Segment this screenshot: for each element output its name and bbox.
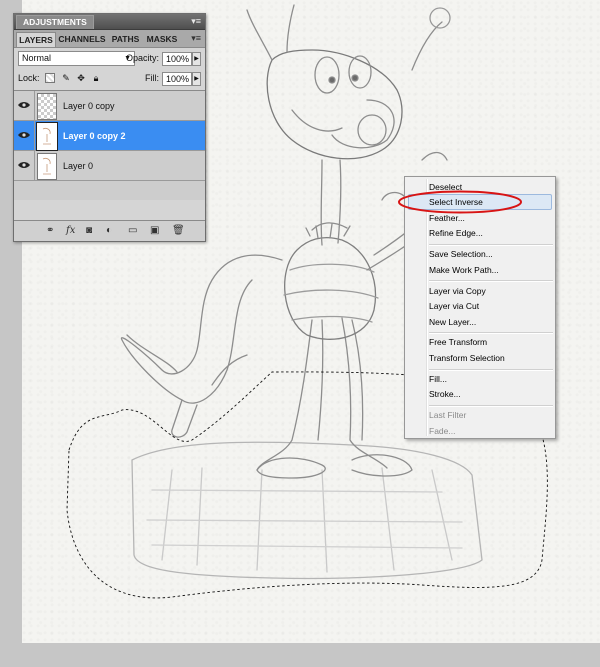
menu-gutter	[426, 179, 428, 436]
fill-input[interactable]: 100%	[162, 72, 192, 86]
opacity-label: Opacity:	[126, 53, 160, 63]
layer-row[interactable]: Layer 0 copy	[14, 91, 205, 121]
menu-item-stroke[interactable]: Stroke...	[429, 387, 461, 401]
context-menu: Deselect Select Inverse Feather... Refin…	[404, 176, 556, 439]
menu-separator	[429, 332, 553, 334]
layer-row[interactable]: Layer 0	[14, 151, 205, 181]
menu-item-make-work-path[interactable]: Make Work Path...	[429, 263, 499, 277]
lock-label: Lock:	[18, 73, 40, 83]
layers-panel-footer: ⚭ fx ◙ ◐ ▭ ▣ 🗑︎	[14, 220, 205, 241]
layers-panel: ADJUSTMENTS ▾≡ LAYERS CHANNELS PATHS MAS…	[13, 13, 206, 242]
blend-mode-select[interactable]: Normal ▼	[18, 51, 135, 66]
menu-item-fill[interactable]: Fill...	[429, 372, 447, 386]
opacity-slider-arrow-icon[interactable]: ▶	[192, 52, 201, 66]
layer-thumbnail	[36, 122, 58, 151]
panel-menu-icon[interactable]: ▾≡	[191, 15, 201, 28]
menu-item-last-filter: Last Filter	[429, 410, 467, 420]
adjustment-layer-icon[interactable]: ◐	[106, 225, 112, 237]
menu-item-layer-via-copy[interactable]: Layer via Copy	[429, 284, 486, 298]
fill-label: Fill:	[145, 73, 159, 83]
visibility-eye-icon[interactable]	[14, 151, 35, 180]
menu-item-transform-selection[interactable]: Transform Selection	[429, 351, 505, 365]
fill-slider-arrow-icon[interactable]: ▶	[192, 72, 201, 86]
menu-item-free-transform[interactable]: Free Transform	[429, 335, 487, 349]
trash-icon[interactable]: 🗑︎	[172, 225, 185, 237]
blend-mode-value: Normal	[22, 53, 52, 63]
menu-item-layer-via-cut[interactable]: Layer via Cut	[429, 299, 479, 313]
menu-separator	[429, 405, 553, 407]
link-layers-icon[interactable]: ⚭	[46, 225, 54, 237]
fx-icon[interactable]: fx	[66, 225, 75, 237]
lock-position-icon[interactable]: ✥	[76, 73, 86, 83]
menu-item-refine-edge[interactable]: Refine Edge...	[429, 226, 483, 240]
layer-thumbnail	[37, 153, 57, 180]
lock-all-icon[interactable]: 🔒︎	[91, 73, 101, 83]
tab-channels[interactable]: CHANNELS	[57, 32, 107, 46]
tab-masks[interactable]: MASKS	[144, 32, 180, 46]
adjustments-panel-bar: ADJUSTMENTS ▾≡	[14, 14, 205, 30]
new-layer-icon[interactable]: ▣	[150, 225, 159, 237]
visibility-eye-icon[interactable]	[14, 91, 35, 120]
menu-separator	[429, 369, 553, 371]
menu-separator	[429, 280, 553, 282]
group-folder-icon[interactable]: ▭	[128, 225, 137, 237]
tab-adjustments[interactable]: ADJUSTMENTS	[16, 15, 94, 29]
layer-name: Layer 0 copy	[63, 101, 115, 111]
tab-layers[interactable]: LAYERS	[16, 32, 56, 47]
layer-name: Layer 0 copy 2	[63, 131, 126, 141]
layer-mask-icon[interactable]: ◙	[86, 225, 92, 237]
menu-item-save-selection[interactable]: Save Selection...	[429, 247, 493, 261]
layer-name: Layer 0	[63, 161, 94, 171]
layers-list: Layer 0 copy Layer 0 copy 2 Layer 0	[14, 90, 205, 200]
layer-row-selected[interactable]: Layer 0 copy 2	[14, 121, 205, 151]
menu-item-fade: Fade...	[429, 426, 456, 436]
menu-item-new-layer[interactable]: New Layer...	[429, 315, 476, 329]
menu-separator	[429, 244, 553, 246]
lock-image-pixels-icon[interactable]: ✎	[61, 73, 71, 83]
visibility-eye-icon[interactable]	[14, 121, 35, 150]
tab-paths[interactable]: PATHS	[109, 32, 142, 46]
layers-panel-menu-icon[interactable]: ▾≡	[191, 32, 201, 45]
layers-tab-bar: LAYERS CHANNELS PATHS MASKS ▾≡	[14, 30, 205, 48]
layer-thumbnail	[37, 93, 57, 120]
opacity-input[interactable]: 100%	[162, 52, 192, 66]
lock-transparent-pixels-icon[interactable]	[45, 73, 55, 83]
annotation-circle	[398, 190, 522, 214]
